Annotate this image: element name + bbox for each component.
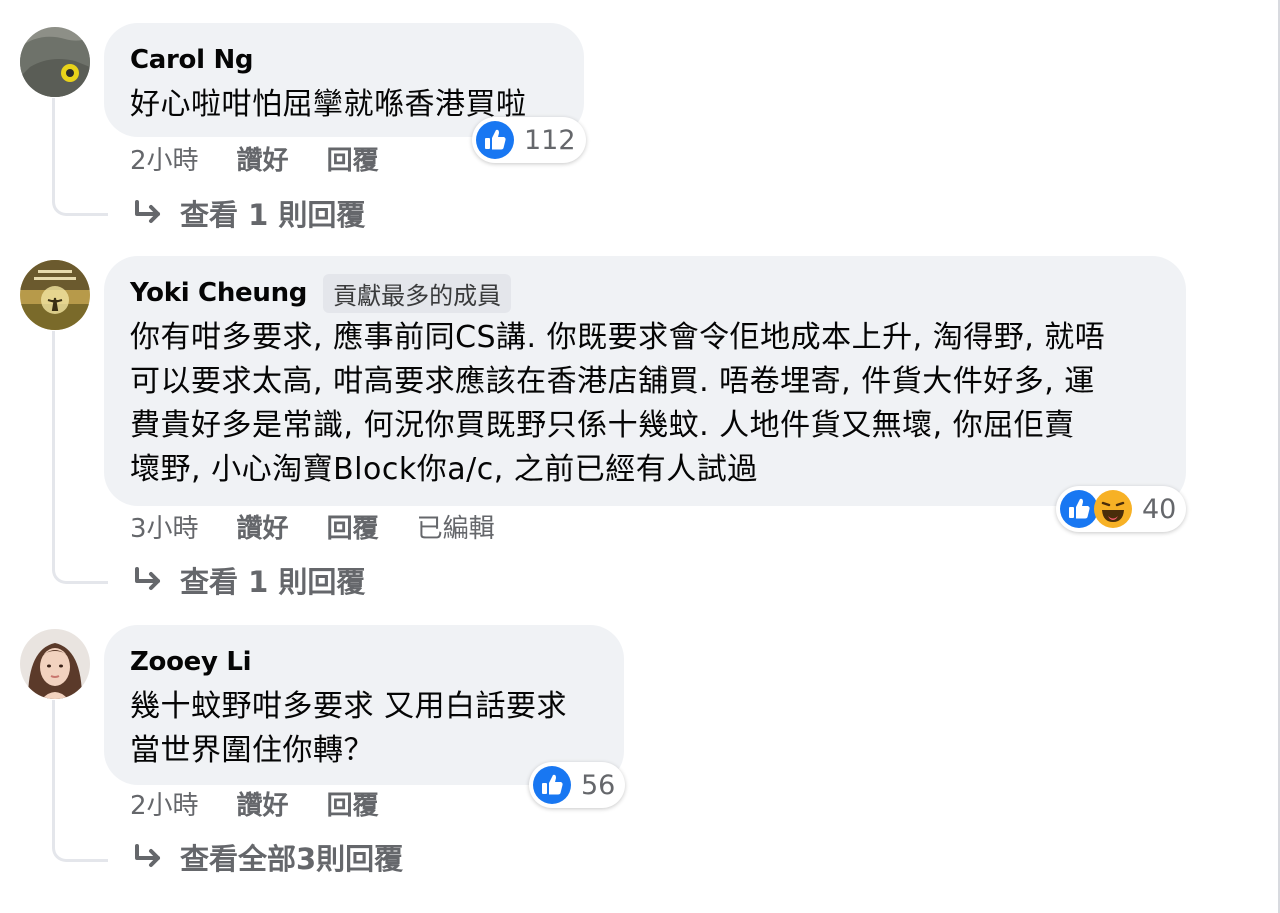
view-replies-label: 查看 1 則回覆 bbox=[180, 198, 366, 232]
comment-text-line: 你有咁多要求, 應事前同CS講. 你既要求會令佢地成本上升, 淘得野, 就唔 bbox=[130, 320, 1106, 355]
reply-button[interactable]: 回覆 bbox=[327, 785, 379, 822]
avatar-image bbox=[20, 629, 90, 699]
haha-icon bbox=[1094, 490, 1132, 528]
reaction-summary[interactable]: 112 bbox=[472, 117, 586, 163]
comment-meta: 2小時 讚好 回覆 bbox=[130, 140, 417, 176]
avatar-zooey-li[interactable] bbox=[20, 629, 90, 699]
view-replies-link[interactable]: 查看 1 則回覆 bbox=[132, 193, 365, 233]
reply-arrow-icon bbox=[135, 567, 160, 590]
avatar-yoki-cheung[interactable] bbox=[20, 260, 90, 330]
edited-label: 已編輯 bbox=[416, 513, 495, 544]
comment-text-line: 幾十蚊野咁多要求 又用白話要求 bbox=[130, 689, 568, 724]
avatar-image bbox=[20, 27, 90, 97]
comment-text-line: 可以要求太高, 咁高要求應該在香港店舖買. 唔卷埋寄, 件貨大件好多, 運 bbox=[130, 364, 1095, 399]
reply-button[interactable]: 回覆 bbox=[327, 508, 379, 545]
reaction-summary[interactable]: 56 bbox=[529, 762, 626, 808]
view-replies-link[interactable]: 查看全部3則回覆 bbox=[132, 837, 403, 877]
comment-text-line: 費貴好多是常識, 何況你買既野只係十幾蚊. 人地件貨又無壞, 你屈佢賣 bbox=[130, 408, 1075, 443]
reply-arrow-icon bbox=[135, 844, 160, 867]
reaction-count: 56 bbox=[581, 769, 616, 801]
reply-button[interactable]: 回覆 bbox=[327, 140, 379, 177]
comment-text-line: 壞野, 小心淘寶Block你a/c, 之前已經有人試過 bbox=[130, 452, 758, 487]
comment-author[interactable]: Yoki Cheung bbox=[130, 278, 307, 308]
like-icon bbox=[476, 121, 514, 159]
like-icon bbox=[1060, 490, 1098, 528]
reply-arrow-icon bbox=[135, 200, 160, 223]
comment-meta: 2小時 讚好 回覆 bbox=[130, 785, 417, 821]
like-button[interactable]: 讚好 bbox=[237, 508, 289, 545]
avatar-carol-ng[interactable] bbox=[20, 27, 90, 97]
comment-bubble: Yoki Cheung 貢獻最多的成員 你有咁多要求, 應事前同CS講. 你既要… bbox=[104, 256, 1186, 506]
view-replies-label: 查看全部3則回覆 bbox=[180, 842, 404, 876]
comment-time[interactable]: 2小時 bbox=[130, 785, 199, 822]
comment-text-line: 當世界圍住你轉？ bbox=[130, 733, 374, 768]
like-icon bbox=[533, 766, 571, 804]
comment-time[interactable]: 2小時 bbox=[130, 140, 199, 177]
comment-bubble: Zooey Li 幾十蚊野咁多要求 又用白話要求 當世界圍住你轉？ bbox=[104, 625, 624, 785]
comment-text: 幾十蚊野咁多要求 又用白話要求 當世界圍住你轉？ bbox=[130, 685, 598, 773]
comment-meta: 3小時 讚好 回覆 已編輯 bbox=[130, 508, 495, 544]
comment-text: 你有咁多要求, 應事前同CS講. 你既要求會令佢地成本上升, 淘得野, 就唔 可… bbox=[130, 316, 1160, 492]
thread-connector bbox=[52, 98, 108, 216]
thread-connector bbox=[52, 331, 108, 584]
reaction-count: 112 bbox=[524, 124, 576, 156]
comment-author[interactable]: Zooey Li bbox=[130, 647, 252, 677]
view-replies-label: 查看 1 則回覆 bbox=[180, 565, 366, 599]
comment-author[interactable]: Carol Ng bbox=[130, 45, 254, 75]
view-replies-link[interactable]: 查看 1 則回覆 bbox=[132, 560, 365, 600]
avatar-image bbox=[20, 260, 90, 330]
reaction-summary[interactable]: 40 bbox=[1056, 486, 1187, 532]
top-contributor-badge: 貢獻最多的成員 bbox=[323, 273, 512, 313]
thread-connector bbox=[52, 700, 108, 862]
like-button[interactable]: 讚好 bbox=[237, 140, 289, 177]
like-button[interactable]: 讚好 bbox=[237, 785, 289, 822]
reaction-count: 40 bbox=[1142, 493, 1177, 525]
comment-time[interactable]: 3小時 bbox=[130, 508, 199, 545]
